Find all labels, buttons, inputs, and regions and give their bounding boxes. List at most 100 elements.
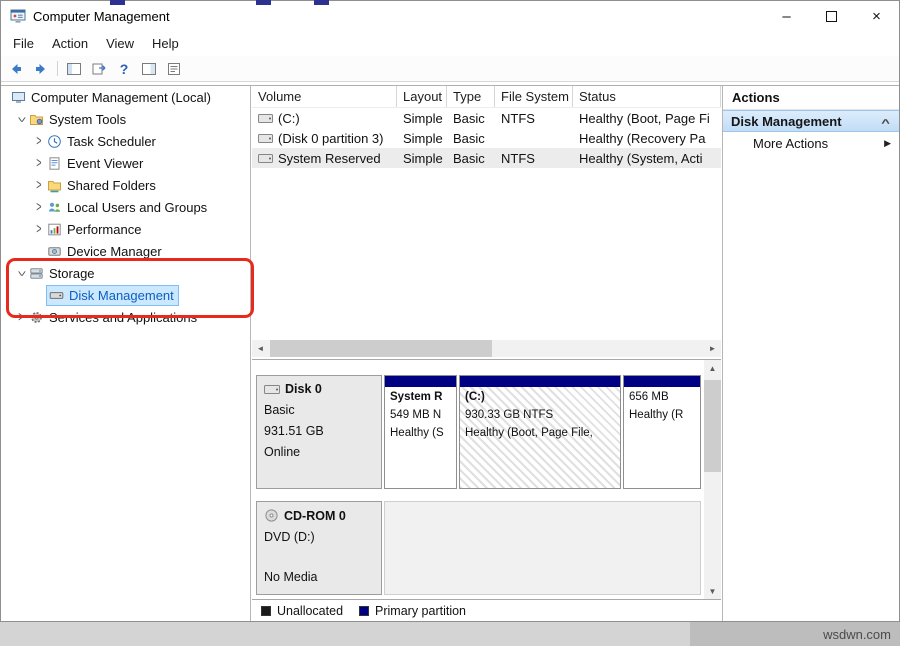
partition-system-reserved[interactable]: System R 549 MB N Healthy (S <box>384 375 457 489</box>
tree-item-device-manager[interactable]: Device Manager <box>1 240 250 262</box>
tree-item-label: Disk Management <box>69 288 174 303</box>
scroll-left-icon[interactable] <box>252 340 269 357</box>
menu-help[interactable]: Help <box>143 31 188 56</box>
menu-file[interactable]: File <box>4 31 43 56</box>
volume-type: Basic <box>447 131 495 146</box>
scrollbar-thumb[interactable] <box>704 380 721 472</box>
pane-splitter[interactable] <box>252 359 721 360</box>
more-actions[interactable]: More Actions <box>723 132 899 155</box>
tree-item-disk-management[interactable]: Disk Management <box>1 284 250 306</box>
actions-title: Actions <box>723 86 899 110</box>
cdrom-media: DVD (D:) <box>257 530 381 544</box>
disk0-info-box[interactable]: Disk 0 Basic 931.51 GB Online <box>256 375 382 489</box>
collapse-icon[interactable] <box>13 268 29 279</box>
export-list-icon[interactable] <box>90 60 108 78</box>
tree-item-system-tools[interactable]: System Tools <box>1 108 250 130</box>
tree-item-storage[interactable]: Storage <box>1 262 250 284</box>
collapse-icon[interactable] <box>13 114 29 125</box>
volume-row-system-reserved[interactable]: System Reserved Simple Basic NTFS Health… <box>252 148 721 168</box>
tree-item-task-scheduler[interactable]: Task Scheduler <box>1 130 250 152</box>
storage-icon <box>29 266 44 281</box>
console-tree-pane: Computer Management (Local) System Tools… <box>1 86 251 621</box>
tree-item-performance[interactable]: Performance <box>1 218 250 240</box>
back-icon[interactable] <box>7 60 25 78</box>
disk-status: Online <box>257 445 381 459</box>
cd-icon <box>264 508 279 523</box>
window-title: Computer Management <box>33 9 170 24</box>
actions-pane: Actions Disk Management More Actions <box>722 86 899 621</box>
tree-item-event-viewer[interactable]: Event Viewer <box>1 152 250 174</box>
expand-icon[interactable] <box>13 312 29 323</box>
column-header-volume[interactable]: Volume <box>252 86 397 107</box>
column-header-file-system[interactable]: File System <box>495 86 573 107</box>
tree-item-label: Performance <box>67 222 141 237</box>
event-viewer-icon <box>47 156 62 171</box>
show-hide-pane-icon[interactable] <box>140 60 158 78</box>
volume-type: Basic <box>447 111 495 126</box>
collapse-up-icon[interactable] <box>884 116 890 127</box>
help-icon[interactable]: ? <box>115 60 133 78</box>
scroll-up-icon[interactable] <box>704 360 721 377</box>
partition-name: (C:) <box>465 391 615 403</box>
maximize-button[interactable] <box>809 1 854 31</box>
performance-icon <box>47 222 62 237</box>
vertical-scrollbar[interactable] <box>704 360 721 600</box>
partition-status: Healthy (Boot, Page File, <box>465 427 615 439</box>
expand-icon[interactable] <box>31 158 47 169</box>
tree-item-services-and-applications[interactable]: Services and Applications <box>1 306 250 328</box>
expand-icon[interactable] <box>31 224 47 235</box>
column-header-status[interactable]: Status <box>573 86 721 107</box>
disk-type: Basic <box>257 403 381 417</box>
partition-size: 549 MB N <box>390 409 451 421</box>
volume-row-c[interactable]: (C:) Simple Basic NTFS Healthy (Boot, Pa… <box>252 108 721 128</box>
column-header-type[interactable]: Type <box>447 86 495 107</box>
horizontal-scrollbar[interactable] <box>252 340 721 357</box>
volume-status: Healthy (System, Acti <box>573 151 721 166</box>
volume-name: (Disk 0 partition 3) <box>278 131 383 146</box>
submenu-arrow-icon <box>884 138 891 149</box>
bottom-strip: wsdwn.com <box>0 622 900 646</box>
expand-icon[interactable] <box>31 136 47 147</box>
expand-icon[interactable] <box>31 180 47 191</box>
tree-item-label: Local Users and Groups <box>67 200 207 215</box>
volume-name: System Reserved <box>278 151 381 166</box>
volume-row-disk0-partition3[interactable]: (Disk 0 partition 3) Simple Basic Health… <box>252 128 721 148</box>
scroll-down-icon[interactable] <box>704 583 721 600</box>
menu-view[interactable]: View <box>97 31 143 56</box>
column-header-layout[interactable]: Layout <box>397 86 447 107</box>
cdrom-media-area[interactable] <box>384 501 701 595</box>
scrollbar-thumb[interactable] <box>270 340 492 357</box>
volume-icon <box>258 133 273 144</box>
partition-status: Healthy (S <box>390 427 451 439</box>
tree-item-label: Device Manager <box>67 244 162 259</box>
legend-primary-partition: Primary partition <box>359 604 466 618</box>
screen: Computer Management – × File Action View… <box>0 0 900 646</box>
partition-recovery[interactable]: 656 MB Healthy (R <box>623 375 701 489</box>
tree-item-label: Services and Applications <box>49 310 197 325</box>
legend-label: Primary partition <box>375 604 466 618</box>
volume-layout: Simple <box>397 131 447 146</box>
properties-icon[interactable] <box>165 60 183 78</box>
actions-disk-management[interactable]: Disk Management <box>723 110 899 132</box>
toolbar: ? <box>1 56 899 82</box>
menu-action[interactable]: Action <box>43 31 97 56</box>
forward-icon[interactable] <box>32 60 50 78</box>
scroll-right-icon[interactable] <box>704 340 721 357</box>
partition-c-drive[interactable]: (C:) 930.33 GB NTFS Healthy (Boot, Page … <box>459 375 621 489</box>
close-button[interactable]: × <box>854 1 899 31</box>
show-console-tree-icon[interactable] <box>65 60 83 78</box>
cdrom-info-box[interactable]: CD-ROM 0 DVD (D:) No Media <box>256 501 382 595</box>
minimize-button[interactable]: – <box>764 1 809 31</box>
legend-unallocated: Unallocated <box>261 604 343 618</box>
expand-icon[interactable] <box>31 202 47 213</box>
title-bar: Computer Management – × <box>1 1 899 31</box>
partition-color-bar <box>624 376 700 387</box>
tree-item-computer-management-local[interactable]: Computer Management (Local) <box>1 86 250 108</box>
tree-item-shared-folders[interactable]: Shared Folders <box>1 174 250 196</box>
actions-disk-management-label: Disk Management <box>731 114 842 129</box>
task-scheduler-icon <box>47 134 62 149</box>
volume-fs: NTFS <box>495 151 573 166</box>
tree-item-local-users-and-groups[interactable]: Local Users and Groups <box>1 196 250 218</box>
details-pane: Volume Layout Type File System Status (C… <box>252 86 721 621</box>
partition-name: 656 MB <box>629 391 695 403</box>
